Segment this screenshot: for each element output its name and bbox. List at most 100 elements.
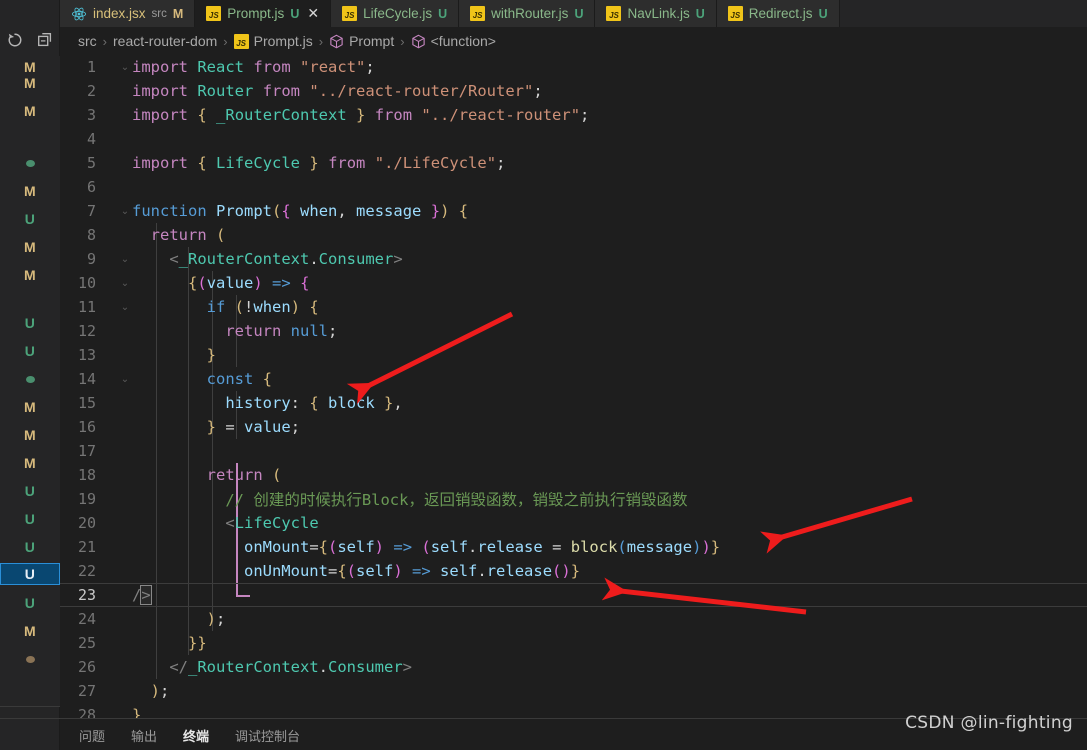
git-status-letter: M: [24, 183, 36, 199]
code-line[interactable]: 17: [60, 439, 1087, 463]
git-status-letter: U: [24, 211, 36, 227]
explorer-file-marker[interactable]: M: [0, 72, 60, 94]
code-line[interactable]: 13 }: [60, 343, 1087, 367]
explorer-file-marker[interactable]: M: [0, 424, 60, 446]
explorer-file-marker[interactable]: M: [0, 452, 60, 474]
line-number: 14: [77, 370, 96, 388]
status-dot: [25, 159, 35, 167]
code-line[interactable]: 10 ⌄ {(value) => {: [60, 271, 1087, 295]
code-line[interactable]: 8 return (: [60, 223, 1087, 247]
line-number: 10: [77, 274, 96, 292]
git-status-letter: M: [24, 623, 36, 639]
panel-tab[interactable]: 输出: [130, 722, 158, 749]
explorer-file-marker[interactable]: M: [0, 180, 60, 202]
code-line[interactable]: 24 );: [60, 607, 1087, 631]
code-line[interactable]: 27 );: [60, 679, 1087, 703]
breadcrumb-item-prompt[interactable]: Prompt: [329, 33, 394, 49]
explorer-file-marker[interactable]: U: [0, 563, 60, 585]
fold-arrow-icon[interactable]: ⌄: [118, 254, 132, 265]
code-text: <LifeCycle: [225, 514, 319, 532]
code-line[interactable]: 20 <LifeCycle: [60, 511, 1087, 535]
git-status-letter: M: [24, 455, 36, 471]
explorer-file-marker[interactable]: [0, 648, 60, 670]
code-line[interactable]: 4: [60, 127, 1087, 151]
code-line[interactable]: 25 }}: [60, 631, 1087, 655]
fold-arrow-icon[interactable]: ⌄: [118, 302, 132, 313]
git-status-letter: M: [24, 427, 36, 443]
fold-arrow-icon[interactable]: ⌄: [118, 278, 132, 289]
code-line[interactable]: 11 ⌄ if (!when) {: [60, 295, 1087, 319]
code-line[interactable]: 15 history: { block },: [60, 391, 1087, 415]
tab-label: index.jsx: [93, 6, 146, 21]
code-line[interactable]: 22 onUnMount={(self) => self.release()}: [60, 559, 1087, 583]
code-line[interactable]: 12 return null;: [60, 319, 1087, 343]
code-line[interactable]: 14 ⌄ const {: [60, 367, 1087, 391]
editor-tab-lifecycle-js[interactable]: JS LifeCycle.js U: [331, 0, 460, 27]
code-line[interactable]: 2 import Router from "../react-router/Rou…: [60, 79, 1087, 103]
fold-arrow-icon[interactable]: ⌄: [118, 62, 132, 73]
explorer-file-marker[interactable]: M: [0, 396, 60, 418]
explorer-file-marker[interactable]: M: [0, 620, 60, 642]
explorer-file-marker[interactable]: [0, 368, 60, 390]
explorer-file-marker[interactable]: M: [0, 100, 60, 122]
bottom-panel-tabs[interactable]: 问题 输出 终端 调试控制台: [78, 719, 301, 750]
code-line[interactable]: 23 />: [60, 583, 1087, 607]
breadcrumb-item-src[interactable]: src: [78, 33, 97, 49]
explorer-file-marker[interactable]: U: [0, 592, 60, 614]
tab-folder-label: src: [151, 7, 167, 20]
editor-tab-withrouter-js[interactable]: JS withRouter.js U: [459, 0, 596, 27]
explorer-file-marker[interactable]: [0, 152, 60, 174]
explorer-file-marker[interactable]: M: [0, 236, 60, 258]
breadcrumb-item-prompt-js[interactable]: JS Prompt.js: [233, 33, 313, 49]
fold-arrow-icon[interactable]: ⌄: [118, 206, 132, 217]
code-line[interactable]: 1 ⌄ import React from "react";: [60, 55, 1087, 79]
breadcrumb[interactable]: src › react-router-dom › JS Prompt.js › Prompt ›…: [60, 27, 1087, 55]
editor-tab-redirect-js[interactable]: JS Redirect.js U: [716, 0, 840, 27]
explorer-file-marker[interactable]: U: [0, 536, 60, 558]
code-line[interactable]: 5 import { LifeCycle } from "./LifeCycle"…: [60, 151, 1087, 175]
code-line[interactable]: 18 return (: [60, 463, 1087, 487]
line-number: 13: [77, 346, 96, 364]
explorer-file-marker[interactable]: U: [0, 480, 60, 502]
breadcrumb-item-react-router-dom[interactable]: react-router-dom: [113, 33, 217, 49]
collapse-all-icon[interactable]: [36, 31, 54, 49]
code-line[interactable]: 19 // 创建的时候执行Block，返回销毁函数，销毁之前执行销毁函数: [60, 487, 1087, 511]
panel-tab[interactable]: 问题: [78, 722, 106, 749]
code-line[interactable]: 16 } = value;: [60, 415, 1087, 439]
refresh-icon[interactable]: [6, 31, 24, 49]
tab-label: NavLink.js: [627, 6, 690, 21]
js-icon: JS: [342, 6, 358, 21]
line-number: 2: [86, 82, 96, 100]
code-line[interactable]: 7 ⌄ function Prompt({ when, message }) {: [60, 199, 1087, 223]
code-text: onMount={(self) => (self.release = block…: [243, 538, 721, 556]
explorer-file-marker[interactable]: U: [0, 340, 60, 362]
code-line[interactable]: 26 </_RouterContext.Consumer>: [60, 655, 1087, 679]
git-status-letter: M: [24, 267, 36, 283]
explorer-file-marker[interactable]: U: [0, 508, 60, 530]
line-number: 25: [77, 634, 96, 652]
js-icon: JS: [470, 6, 486, 21]
breadcrumb-item--function-[interactable]: <function>: [411, 33, 496, 49]
explorer-file-marker[interactable]: U: [0, 208, 60, 230]
close-icon[interactable]: ✕: [307, 5, 319, 22]
git-status-letter: U: [24, 539, 36, 555]
bottom-panel-gutter: [0, 719, 60, 750]
explorer-file-marker[interactable]: U: [0, 312, 60, 334]
code-line[interactable]: 9 ⌄ <_RouterContext.Consumer>: [60, 247, 1087, 271]
code-line[interactable]: 3 import { _RouterContext } from "../reac…: [60, 103, 1087, 127]
panel-tab[interactable]: 调试控制台: [234, 722, 301, 749]
code-line[interactable]: 21 onMount={(self) => (self.release = bl…: [60, 535, 1087, 559]
code-line[interactable]: 6: [60, 175, 1087, 199]
code-editor[interactable]: 1 ⌄ import React from "react"; 2 import Rout…: [60, 55, 1087, 718]
editor-tab-prompt-js[interactable]: JS Prompt.js U ✕: [195, 0, 332, 27]
explorer-toolbar: [0, 26, 60, 54]
panel-tab[interactable]: 终端: [182, 722, 211, 750]
fold-arrow-icon[interactable]: ⌄: [118, 374, 132, 385]
editor-tab-navlink-js[interactable]: JS NavLink.js U: [595, 0, 717, 27]
line-number: 8: [86, 226, 96, 244]
explorer-file-marker[interactable]: M: [0, 264, 60, 286]
editor-tab-index-jsx[interactable]: index.jsx src M: [60, 0, 196, 27]
js-icon: JS: [233, 33, 249, 49]
line-number: 22: [77, 562, 96, 580]
line-number: 6: [86, 178, 96, 196]
